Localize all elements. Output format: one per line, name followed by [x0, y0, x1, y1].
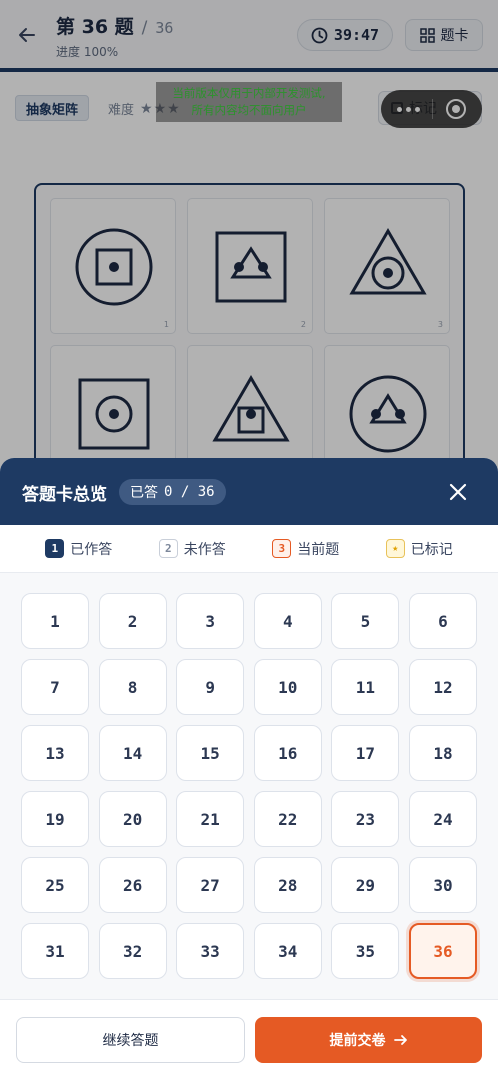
- question-cell[interactable]: 33: [176, 923, 245, 979]
- question-cell[interactable]: 1: [21, 593, 89, 649]
- question-cell[interactable]: 22: [253, 791, 322, 847]
- legend-answered: 1 已作答: [45, 539, 112, 559]
- close-icon: [449, 483, 467, 501]
- legend-label-marked: 已标记: [410, 541, 453, 558]
- legend-label-current: 当前题: [297, 541, 340, 558]
- legend-label-unanswered: 未作答: [183, 541, 226, 558]
- question-grid: 1 2 3 4 5 6 7 8 9 10 11 12 13 14 15 16 17 18 19 20 21 22 23 24 2…: [21, 593, 477, 981]
- legend-chip-unanswered: 2: [158, 539, 178, 558]
- question-cell[interactable]: 17: [331, 725, 400, 781]
- question-cell[interactable]: 12: [409, 659, 477, 715]
- question-cell[interactable]: 27: [176, 857, 245, 913]
- question-cell[interactable]: 7: [21, 659, 89, 715]
- question-cell[interactable]: 13: [21, 725, 89, 781]
- question-cell[interactable]: 18: [409, 725, 477, 781]
- question-cell[interactable]: 34: [253, 923, 322, 979]
- question-cell[interactable]: 26: [98, 857, 167, 913]
- question-cell[interactable]: 35: [331, 923, 400, 979]
- question-cell[interactable]: 31: [21, 923, 89, 979]
- answered-badge: 已答 0 / 36: [119, 479, 226, 505]
- question-cell[interactable]: 21: [176, 791, 245, 847]
- sheet-title: 答题卡总览: [22, 485, 107, 505]
- question-cell-current[interactable]: 36: [409, 923, 477, 979]
- question-cell[interactable]: 28: [253, 857, 322, 913]
- legend-current: 3 当前题: [272, 539, 339, 559]
- close-sheet-button[interactable]: [446, 480, 470, 504]
- question-cell[interactable]: 19: [21, 791, 89, 847]
- continue-button[interactable]: 继续答题: [16, 1017, 245, 1063]
- question-cell[interactable]: 5: [331, 593, 400, 649]
- question-cell[interactable]: 14: [98, 725, 167, 781]
- question-cell[interactable]: 30: [409, 857, 477, 913]
- question-cell[interactable]: 3: [176, 593, 245, 649]
- legend-label-answered: 已作答: [70, 541, 113, 558]
- arrow-right-icon: [393, 1035, 407, 1045]
- question-cell[interactable]: 8: [98, 659, 167, 715]
- question-cell[interactable]: 6: [409, 593, 477, 649]
- sheet-header: 答题卡总览 已答 0 / 36: [0, 458, 498, 525]
- question-cell[interactable]: 2: [98, 593, 167, 649]
- answered-count: 0 / 36: [164, 484, 215, 500]
- question-cell[interactable]: 4: [253, 593, 322, 649]
- question-cell[interactable]: 23: [331, 791, 400, 847]
- question-cell[interactable]: 10: [253, 659, 322, 715]
- question-cell[interactable]: 29: [331, 857, 400, 913]
- legend-chip-answered: 1: [45, 539, 65, 558]
- legend-marked: ★ 已标记: [385, 539, 453, 559]
- question-cell[interactable]: 20: [98, 791, 167, 847]
- answer-card-sheet: 答题卡总览 已答 0 / 36 1 已作答 2 未作答 3 当前题 ★ 已标记 …: [0, 458, 498, 1080]
- question-cell[interactable]: 25: [21, 857, 89, 913]
- legend-unanswered: 2 未作答: [158, 539, 226, 559]
- answered-label: 已答: [130, 485, 158, 501]
- question-cell[interactable]: 15: [176, 725, 245, 781]
- question-cell[interactable]: 16: [253, 725, 322, 781]
- sheet-footer: 继续答题 提前交卷: [0, 999, 498, 1080]
- question-cell[interactable]: 32: [98, 923, 167, 979]
- question-cell[interactable]: 24: [409, 791, 477, 847]
- submit-label: 提前交卷: [329, 1033, 386, 1049]
- legend-chip-current: 3: [272, 539, 292, 558]
- submit-button[interactable]: 提前交卷: [255, 1017, 482, 1063]
- status-legend: 1 已作答 2 未作答 3 当前题 ★ 已标记: [0, 525, 498, 573]
- star-icon: ★: [385, 539, 405, 558]
- question-cell[interactable]: 11: [331, 659, 400, 715]
- question-cell[interactable]: 9: [176, 659, 245, 715]
